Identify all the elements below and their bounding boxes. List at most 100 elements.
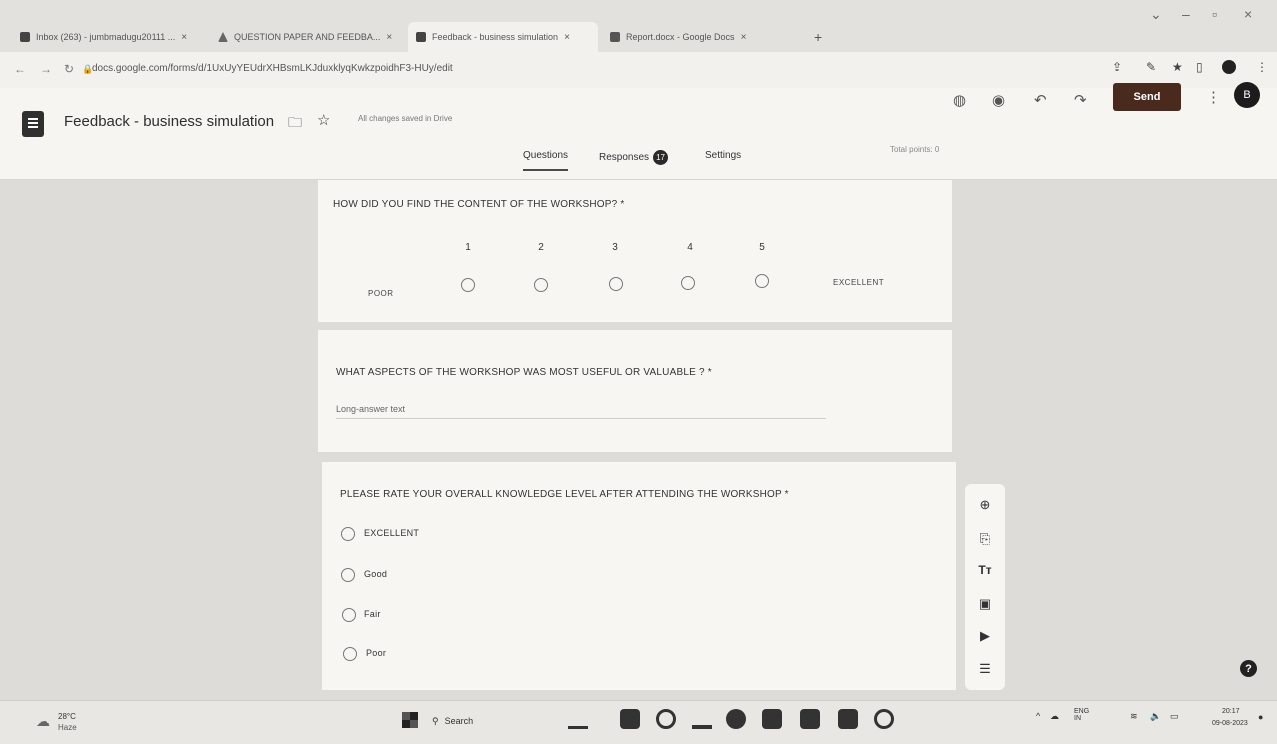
question-title[interactable]: HOW DID YOU FIND THE CONTENT OF THE WORK… [333, 199, 624, 210]
option-radio-excellent[interactable] [341, 527, 355, 541]
add-video-icon[interactable]: ▶ [978, 628, 992, 644]
tab-responses[interactable]: Responses 17 [599, 150, 669, 165]
drive-icon [218, 32, 228, 42]
profile-icon[interactable] [1222, 60, 1236, 74]
clock-date[interactable]: 09-08-2023 [1212, 720, 1248, 727]
star-icon[interactable]: ☆ [317, 111, 330, 129]
volume-icon[interactable]: 🔈 [1150, 711, 1161, 722]
forward-icon[interactable]: → [40, 62, 52, 76]
add-image-icon[interactable]: ▣ [978, 596, 992, 612]
import-questions-icon[interactable]: ⎘ [978, 531, 992, 547]
back-icon[interactable]: ← [14, 62, 26, 76]
avatar[interactable]: B [1234, 82, 1260, 108]
language-indicator[interactable]: ENG IN [1074, 708, 1089, 722]
cloud-icon[interactable]: ☁ [1050, 711, 1059, 722]
close-icon[interactable]: × [564, 32, 570, 43]
option-label[interactable]: Good [364, 569, 387, 579]
scale-radio-2[interactable] [534, 278, 548, 292]
chat-icon[interactable] [656, 709, 676, 729]
folder-icon[interactable]: 🗀 [288, 112, 302, 136]
tab-inbox[interactable]: Inbox (263) - jumbmadugu20111 ... × [12, 22, 204, 52]
sidepanel-icon[interactable]: ▯ [1196, 60, 1203, 74]
send-button[interactable]: Send [1113, 83, 1181, 111]
task-view-icon[interactable] [620, 709, 640, 729]
close-icon[interactable]: × [741, 32, 747, 43]
file-explorer-icon[interactable] [692, 709, 712, 729]
scale-high-label: EXCELLENT [833, 278, 885, 287]
scale-radio-5[interactable] [755, 274, 769, 288]
windows-start-icon[interactable] [402, 712, 418, 728]
close-window-icon[interactable]: × [1244, 6, 1252, 22]
long-answer-placeholder: Long-answer text [336, 404, 406, 414]
docs-icon [610, 32, 620, 42]
tab-question-paper[interactable]: QUESTION PAPER AND FEEDBA... × [210, 22, 406, 52]
weather-icon[interactable]: ☁ [36, 713, 50, 730]
undo-icon[interactable]: ↶ [1034, 91, 1047, 109]
scale-number: 5 [759, 242, 765, 253]
tab-responses-label: Responses [599, 152, 650, 163]
maximize-icon[interactable]: ▫ [1212, 6, 1217, 22]
tab-questions[interactable]: Questions [523, 150, 569, 171]
weather-temp: 28°C [58, 712, 76, 721]
scale-radio-3[interactable] [609, 277, 623, 291]
close-icon[interactable]: × [386, 32, 392, 43]
scale-number: 1 [465, 242, 471, 253]
scale-radio-1[interactable] [461, 278, 475, 292]
chevron-up-icon[interactable]: ^ [1036, 711, 1040, 721]
more-options-icon[interactable]: ⋮ [1206, 88, 1221, 106]
edge-icon[interactable] [726, 709, 746, 729]
save-status: All changes saved in Drive [358, 114, 453, 123]
option-label[interactable]: EXCELLENT [364, 528, 419, 538]
wifi-icon[interactable]: ≋ [1130, 711, 1138, 722]
scale-low-label: POOR [368, 289, 394, 298]
chevron-down-icon[interactable]: ⌄ [1150, 6, 1162, 23]
scale-number: 3 [612, 242, 618, 253]
new-tab-button[interactable]: + [806, 22, 830, 52]
question-title[interactable]: WHAT ASPECTS OF THE WORKSHOP WAS MOST US… [336, 367, 712, 378]
mail-icon [20, 32, 30, 42]
search-icon: ⚲ [432, 715, 439, 726]
add-title-icon[interactable]: Tт [978, 563, 992, 577]
forms-logo-icon[interactable] [22, 111, 44, 137]
chrome-icon[interactable] [874, 709, 894, 729]
redo-icon[interactable]: ↷ [1074, 91, 1087, 109]
weather-desc: Haze [58, 723, 77, 732]
reload-icon[interactable]: ↻ [64, 62, 74, 76]
clock-time[interactable]: 20:17 [1222, 708, 1240, 715]
bookmark-icon[interactable]: ★ [1172, 60, 1183, 74]
widgets-icon[interactable] [568, 709, 588, 729]
preview-icon[interactable]: ◉ [992, 91, 1005, 109]
store-icon[interactable] [762, 709, 782, 729]
option-label[interactable]: Fair [364, 609, 381, 619]
menu-icon[interactable]: ⋮ [1256, 60, 1268, 74]
tab-feedback-form[interactable]: Feedback - business simulation × [408, 22, 598, 52]
answer-underline [336, 418, 826, 419]
question-title[interactable]: PLEASE RATE YOUR OVERALL KNOWLEDGE LEVEL… [340, 489, 789, 500]
tab-report-docs[interactable]: Report.docx - Google Docs × [602, 22, 798, 52]
minimize-icon[interactable]: – [1182, 6, 1190, 22]
form-title[interactable]: Feedback - business simulation [64, 113, 274, 130]
add-section-icon[interactable]: ☰ [978, 661, 992, 677]
option-radio-fair[interactable] [342, 608, 356, 622]
close-icon[interactable]: × [181, 32, 187, 43]
palette-icon[interactable]: ◍ [953, 91, 966, 109]
question-card-aspects[interactable] [318, 330, 952, 452]
share-icon[interactable]: ⇪ [1112, 60, 1122, 74]
tab-settings[interactable]: Settings [705, 150, 741, 161]
photos-icon[interactable] [838, 709, 858, 729]
option-radio-poor[interactable] [343, 647, 357, 661]
extension-icon[interactable]: ✎ [1146, 60, 1156, 74]
help-icon[interactable]: ? [1240, 660, 1257, 677]
scale-number: 2 [538, 242, 544, 253]
battery-icon[interactable]: ▭ [1170, 711, 1179, 722]
notification-icon[interactable]: ● [1258, 712, 1263, 722]
app-icon[interactable] [800, 709, 820, 729]
taskbar-search[interactable]: ⚲ Search [432, 710, 532, 732]
scale-number: 4 [687, 242, 693, 253]
url-field[interactable]: docs.google.com/forms/d/1UxUyYEUdrXHBsmL… [92, 63, 453, 74]
scale-radio-4[interactable] [681, 276, 695, 290]
option-radio-good[interactable] [341, 568, 355, 582]
option-label[interactable]: Poor [366, 648, 386, 658]
add-question-icon[interactable]: ⊕ [978, 497, 992, 513]
total-points: Total points: 0 [890, 145, 940, 154]
